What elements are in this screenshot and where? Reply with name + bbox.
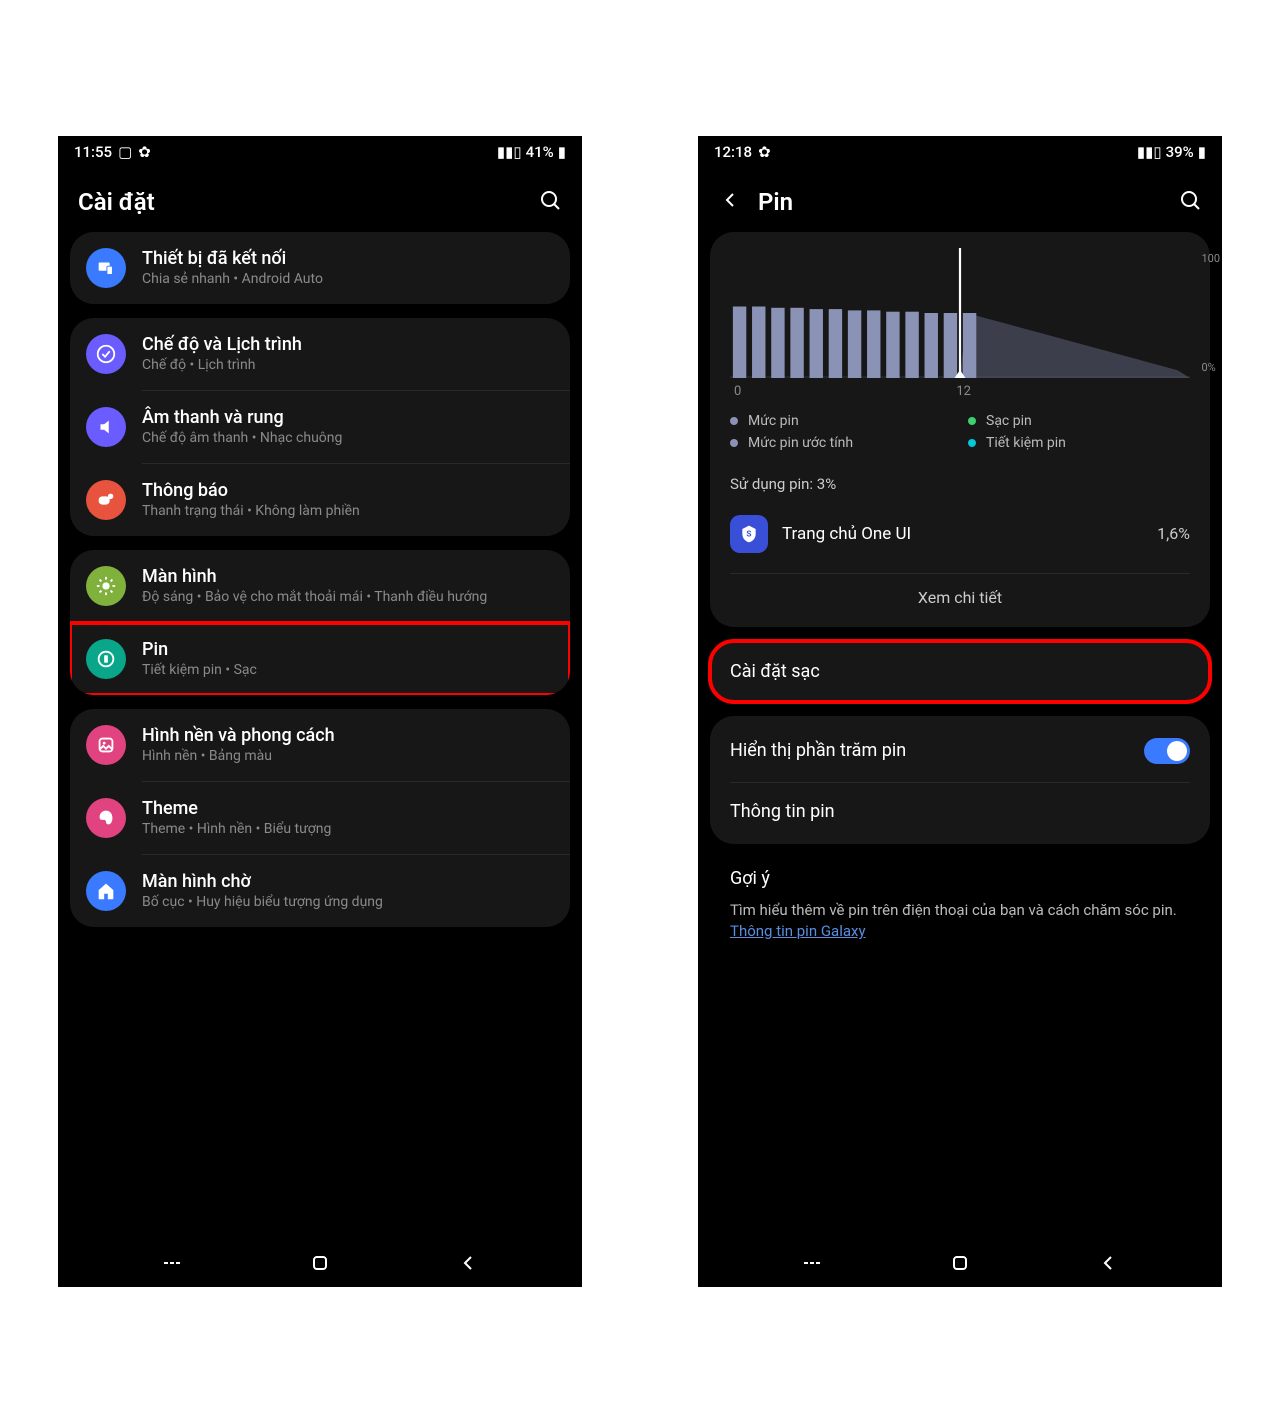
sound-icon <box>86 407 126 447</box>
search-icon[interactable] <box>538 188 562 216</box>
image-icon: ▢ <box>118 143 132 161</box>
theme-icon <box>86 798 126 838</box>
setting-row-notif[interactable]: Thông báo Thanh trạng thái • Không làm p… <box>70 464 570 536</box>
setting-row-theme[interactable]: Theme Theme • Hình nền • Biểu tượng <box>70 782 570 854</box>
y-max: 100 <box>1201 252 1220 265</box>
signal-icon: ▮▮▯ <box>497 143 522 161</box>
setting-row-home[interactable]: Màn hình chờ Bố cục • Huy hiệu biểu tượn… <box>70 855 570 927</box>
status-time: 12:18 <box>714 143 752 161</box>
page-title: Cài đặt <box>78 188 155 216</box>
battery-label: 41% <box>526 143 554 161</box>
home-icon <box>86 871 126 911</box>
nav-bar <box>58 1239 582 1287</box>
app-icon-oneui: S <box>730 515 768 553</box>
setting-title: Thông báo <box>142 480 554 501</box>
wallpaper-icon <box>86 725 126 765</box>
tip-link[interactable]: Thông tin pin Galaxy <box>730 922 866 940</box>
setting-subtitle: Chia sẻ nhanh • Android Auto <box>142 271 554 287</box>
tip-text: Tìm hiểu thêm về pin trên điện thoại của… <box>730 899 1190 922</box>
home-button[interactable] <box>308 1251 332 1275</box>
battery-content[interactable]: 100 0% 0 12 Mức pin Sạc pin Mức pin ước … <box>698 232 1222 1239</box>
signal-icon: ▮▮▯ <box>1137 143 1162 161</box>
setting-row-brightness[interactable]: Màn hình Độ sáng • Bảo vệ cho mắt thoải … <box>70 550 570 622</box>
battery-chart: 100 0% <box>730 248 1190 378</box>
setting-subtitle: Chế độ • Lịch trình <box>142 357 554 373</box>
settings-group: Thiết bị đã kết nối Chia sẻ nhanh • Andr… <box>70 232 570 304</box>
svg-text:S: S <box>746 529 751 539</box>
status-bar: 11:55 ▢ ✿ ▮▮▯ 41% ▮ <box>58 136 582 168</box>
y-min: 0% <box>1201 361 1220 374</box>
setting-subtitle: Theme • Hình nền • Biểu tượng <box>142 821 554 837</box>
setting-subtitle: Hình nền • Bảng màu <box>142 748 554 764</box>
show-pct-toggle[interactable] <box>1144 738 1190 764</box>
brightness-icon <box>86 566 126 606</box>
recents-button[interactable] <box>160 1251 184 1275</box>
chart-legend: Mức pin Sạc pin Mức pin ước tính Tiết ki… <box>730 413 1190 467</box>
settings-group: Hình nền và phong cách Hình nền • Bảng m… <box>70 709 570 927</box>
setting-subtitle: Tiết kiệm pin • Sạc <box>142 662 554 678</box>
battery-options-card: Hiển thị phần trăm pin Thông tin pin <box>710 716 1210 844</box>
settings-screen: 11:55 ▢ ✿ ▮▮▯ 41% ▮ Cài đặt Thiết bị đã … <box>58 136 582 1287</box>
check-icon <box>86 334 126 374</box>
setting-title: Màn hình <box>142 566 554 587</box>
gear-icon: ✿ <box>138 143 151 161</box>
devices-icon <box>86 248 126 288</box>
notif-icon <box>86 480 126 520</box>
x-start: 0 <box>734 384 741 399</box>
view-detail-button[interactable]: Xem chi tiết <box>730 573 1190 611</box>
home-button[interactable] <box>948 1251 972 1275</box>
header: Pin <box>698 168 1222 232</box>
battery-usage-card: 100 0% 0 12 Mức pin Sạc pin Mức pin ước … <box>710 232 1210 627</box>
setting-title: Thiết bị đã kết nối <box>142 248 554 269</box>
x-mid: 12 <box>956 384 971 399</box>
nav-bar <box>698 1239 1222 1287</box>
back-button[interactable] <box>456 1251 480 1275</box>
settings-group: Màn hình Độ sáng • Bảo vệ cho mắt thoải … <box>70 550 570 695</box>
usage-summary: Sử dụng pin: 3% <box>730 475 1190 493</box>
back-icon[interactable] <box>718 188 742 216</box>
battery-screen: 12:18 ✿ ▮▮▯ 39% ▮ Pin 100 0% <box>698 136 1222 1287</box>
gear-icon: ✿ <box>758 143 771 161</box>
legend-dot-saving <box>968 439 976 447</box>
setting-subtitle: Bố cục • Huy hiệu biểu tượng ứng dụng <box>142 894 554 910</box>
battery-icon <box>86 639 126 679</box>
back-button[interactable] <box>1096 1251 1120 1275</box>
setting-title: Pin <box>142 639 554 660</box>
legend-dot-level <box>730 417 738 425</box>
setting-title: Chế độ và Lịch trình <box>142 334 554 355</box>
search-icon[interactable] <box>1178 188 1202 216</box>
charging-settings-row[interactable]: Cài đặt sạc <box>710 641 1210 702</box>
app-usage-row[interactable]: S Trang chủ One UI 1,6% <box>730 505 1190 563</box>
status-bar: 12:18 ✿ ▮▮▯ 39% ▮ <box>698 136 1222 168</box>
legend-dot-charging <box>968 417 976 425</box>
show-battery-pct-row[interactable]: Hiển thị phần trăm pin <box>730 720 1190 782</box>
setting-row-wallpaper[interactable]: Hình nền và phong cách Hình nền • Bảng m… <box>70 709 570 781</box>
settings-list[interactable]: Thiết bị đã kết nối Chia sẻ nhanh • Andr… <box>58 232 582 1239</box>
battery-label: 39% <box>1166 143 1194 161</box>
setting-title: Hình nền và phong cách <box>142 725 554 746</box>
tip-title: Gợi ý <box>730 868 1190 889</box>
setting-row-battery[interactable]: Pin Tiết kiệm pin • Sạc <box>70 623 570 695</box>
legend-dot-estimated <box>730 439 738 447</box>
tip-section: Gợi ý Tìm hiểu thêm về pin trên điện tho… <box>710 858 1210 961</box>
setting-row-sound[interactable]: Âm thanh và rung Chế độ âm thanh • Nhạc … <box>70 391 570 463</box>
status-time: 11:55 <box>74 143 112 161</box>
app-percentage: 1,6% <box>1157 524 1190 543</box>
battery-info-row[interactable]: Thông tin pin <box>730 782 1190 840</box>
recents-button[interactable] <box>800 1251 824 1275</box>
setting-row-devices[interactable]: Thiết bị đã kết nối Chia sẻ nhanh • Andr… <box>70 232 570 304</box>
setting-subtitle: Độ sáng • Bảo vệ cho mắt thoải mái • Tha… <box>142 589 554 605</box>
setting-row-check[interactable]: Chế độ và Lịch trình Chế độ • Lịch trình <box>70 318 570 390</box>
header: Cài đặt <box>58 168 582 232</box>
setting-subtitle: Thanh trạng thái • Không làm phiền <box>142 503 554 519</box>
page-title: Pin <box>758 188 793 216</box>
setting-title: Theme <box>142 798 554 819</box>
battery-icon: ▮ <box>1198 143 1206 161</box>
setting-title: Màn hình chờ <box>142 871 554 892</box>
setting-title: Âm thanh và rung <box>142 407 554 428</box>
settings-group: Chế độ và Lịch trình Chế độ • Lịch trình… <box>70 318 570 536</box>
app-name: Trang chủ One UI <box>782 524 1143 544</box>
setting-subtitle: Chế độ âm thanh • Nhạc chuông <box>142 430 554 446</box>
battery-icon: ▮ <box>558 143 566 161</box>
